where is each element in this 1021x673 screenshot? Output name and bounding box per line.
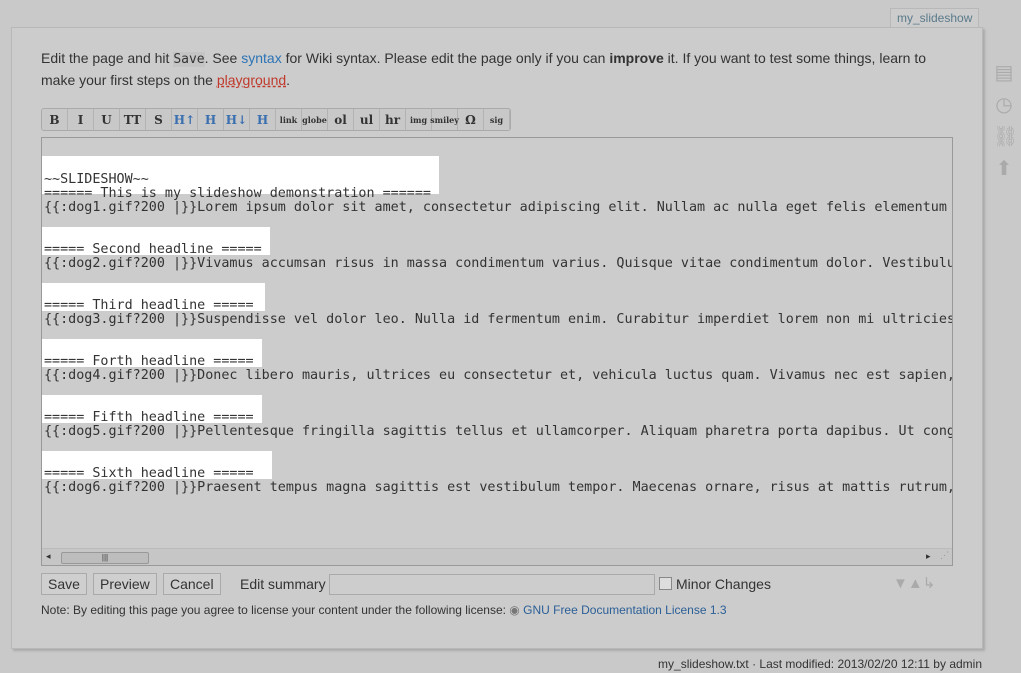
toolbar-button[interactable]: S xyxy=(146,109,172,130)
intro-text: for Wiki syntax. Please edit the page on… xyxy=(281,50,610,66)
editor-line: ===== Third headline ===== xyxy=(44,298,254,313)
license-link[interactable]: GNU Free Documentation License 1.3 xyxy=(523,603,726,617)
editor-text[interactable]: ~~SLIDESHOW~~ ====== This is my slideshow… xyxy=(44,159,953,495)
intro-text: . See xyxy=(204,50,242,66)
editor-line: ===== Sixth headline ===== xyxy=(44,466,254,481)
note-text: Note: By editing this page you agree to … xyxy=(41,603,510,617)
editor-line: {{:dog2.gif?200 |}}Vivamus accumsan risu… xyxy=(44,256,953,271)
scroll-left-icon[interactable]: ◂ xyxy=(46,551,51,562)
page-tab[interactable]: my_slideshow xyxy=(890,8,980,28)
back-to-top-icon[interactable]: ⬆ xyxy=(993,156,1015,180)
editor-line: {{:dog3.gif?200 |}}Suspendisse vel dolor… xyxy=(44,312,953,327)
syntax-link[interactable]: syntax xyxy=(241,50,281,66)
editor-toolbar: B I U TT S H↑ H H↓ Hlink globe ol ul hr img smiley Ωsig xyxy=(41,108,511,131)
editor-line: ===== Fifth headline ===== xyxy=(44,410,254,425)
minor-changes-label: Minor Changes xyxy=(676,576,771,592)
wiki-text-editor[interactable]: ~~SLIDESHOW~~ ====== This is my slideshow… xyxy=(41,137,953,566)
toolbar-button[interactable]: Ω xyxy=(458,109,484,130)
editor-line: ===== Forth headline ===== xyxy=(44,354,254,369)
intro-text: Edit the page and hit xyxy=(41,50,174,66)
toolbar-button[interactable]: ul xyxy=(354,109,380,130)
old-revisions-icon[interactable]: ◷ xyxy=(993,92,1015,116)
toolbar-button[interactable]: U xyxy=(94,109,120,130)
scroll-right-icon[interactable]: ▸ xyxy=(926,551,931,562)
toolbar-button[interactable]: hr xyxy=(380,109,406,130)
resize-arrows-icon[interactable]: ▼▲↳ xyxy=(893,574,935,592)
editor-line: {{:dog1.gif?200 |}}Lorem ipsum dolor sit… xyxy=(44,200,953,215)
intro-text: . xyxy=(286,72,291,88)
editor-line: {{:dog4.gif?200 |}}Donec libero mauris, … xyxy=(44,368,953,383)
show-page-icon[interactable]: ▤ xyxy=(993,60,1015,84)
toolbar-button[interactable]: globe xyxy=(302,109,328,130)
toolbar-button[interactable]: smiley xyxy=(430,109,459,130)
toolbar-button[interactable]: sig xyxy=(484,109,510,130)
toolbar-button[interactable]: B xyxy=(42,109,68,130)
editor-line: {{:dog5.gif?200 |}}Pellentesque fringill… xyxy=(44,424,953,439)
edit-summary-label: Edit summary xyxy=(240,576,326,592)
toolbar-button[interactable]: H xyxy=(198,109,224,130)
globe-icon: ◉ xyxy=(509,603,524,617)
playground-link[interactable]: playground xyxy=(217,72,286,88)
editor-line: ====== This is my slideshow demonstratio… xyxy=(44,186,431,201)
editor-line: {{:dog6.gif?200 |}}Praesent tempus magna… xyxy=(44,480,953,495)
save-button[interactable]: Save xyxy=(41,573,87,595)
edit-intro: Edit the page and hit Save. See syntax f… xyxy=(41,48,951,91)
improve-text: improve xyxy=(609,50,664,66)
preview-button[interactable]: Preview xyxy=(93,573,157,595)
backlinks-icon[interactable]: ⛓ xyxy=(993,124,1018,148)
editor-line: ===== Second headline ===== xyxy=(44,242,262,257)
scroll-thumb[interactable]: ||| xyxy=(61,552,149,564)
toolbar-button[interactable]: H xyxy=(250,109,276,130)
toolbar-button[interactable]: ol xyxy=(328,109,354,130)
toolbar-button[interactable]: H↓ xyxy=(224,109,250,130)
cancel-button[interactable]: Cancel xyxy=(163,573,221,595)
edit-summary-input[interactable] xyxy=(329,574,655,595)
resize-grip-icon[interactable]: ⋰ xyxy=(940,550,949,561)
horizontal-scrollbar[interactable]: ◂ ||| ▸ ⋰ xyxy=(42,548,952,565)
toolbar-button[interactable]: img xyxy=(406,109,432,130)
minor-changes-checkbox[interactable] xyxy=(659,577,672,590)
save-code: Save xyxy=(173,52,205,67)
toolbar-button[interactable]: H↑ xyxy=(172,109,198,130)
license-note: Note: By editing this page you agree to … xyxy=(41,603,727,617)
editor-line: ~~SLIDESHOW~~ xyxy=(44,172,149,187)
toolbar-button[interactable]: I xyxy=(68,109,94,130)
page-info: my_slideshow.txt · Last modified: 2013/0… xyxy=(658,657,982,671)
toolbar-button[interactable]: link xyxy=(276,109,302,130)
toolbar-button[interactable]: TT xyxy=(120,109,146,130)
